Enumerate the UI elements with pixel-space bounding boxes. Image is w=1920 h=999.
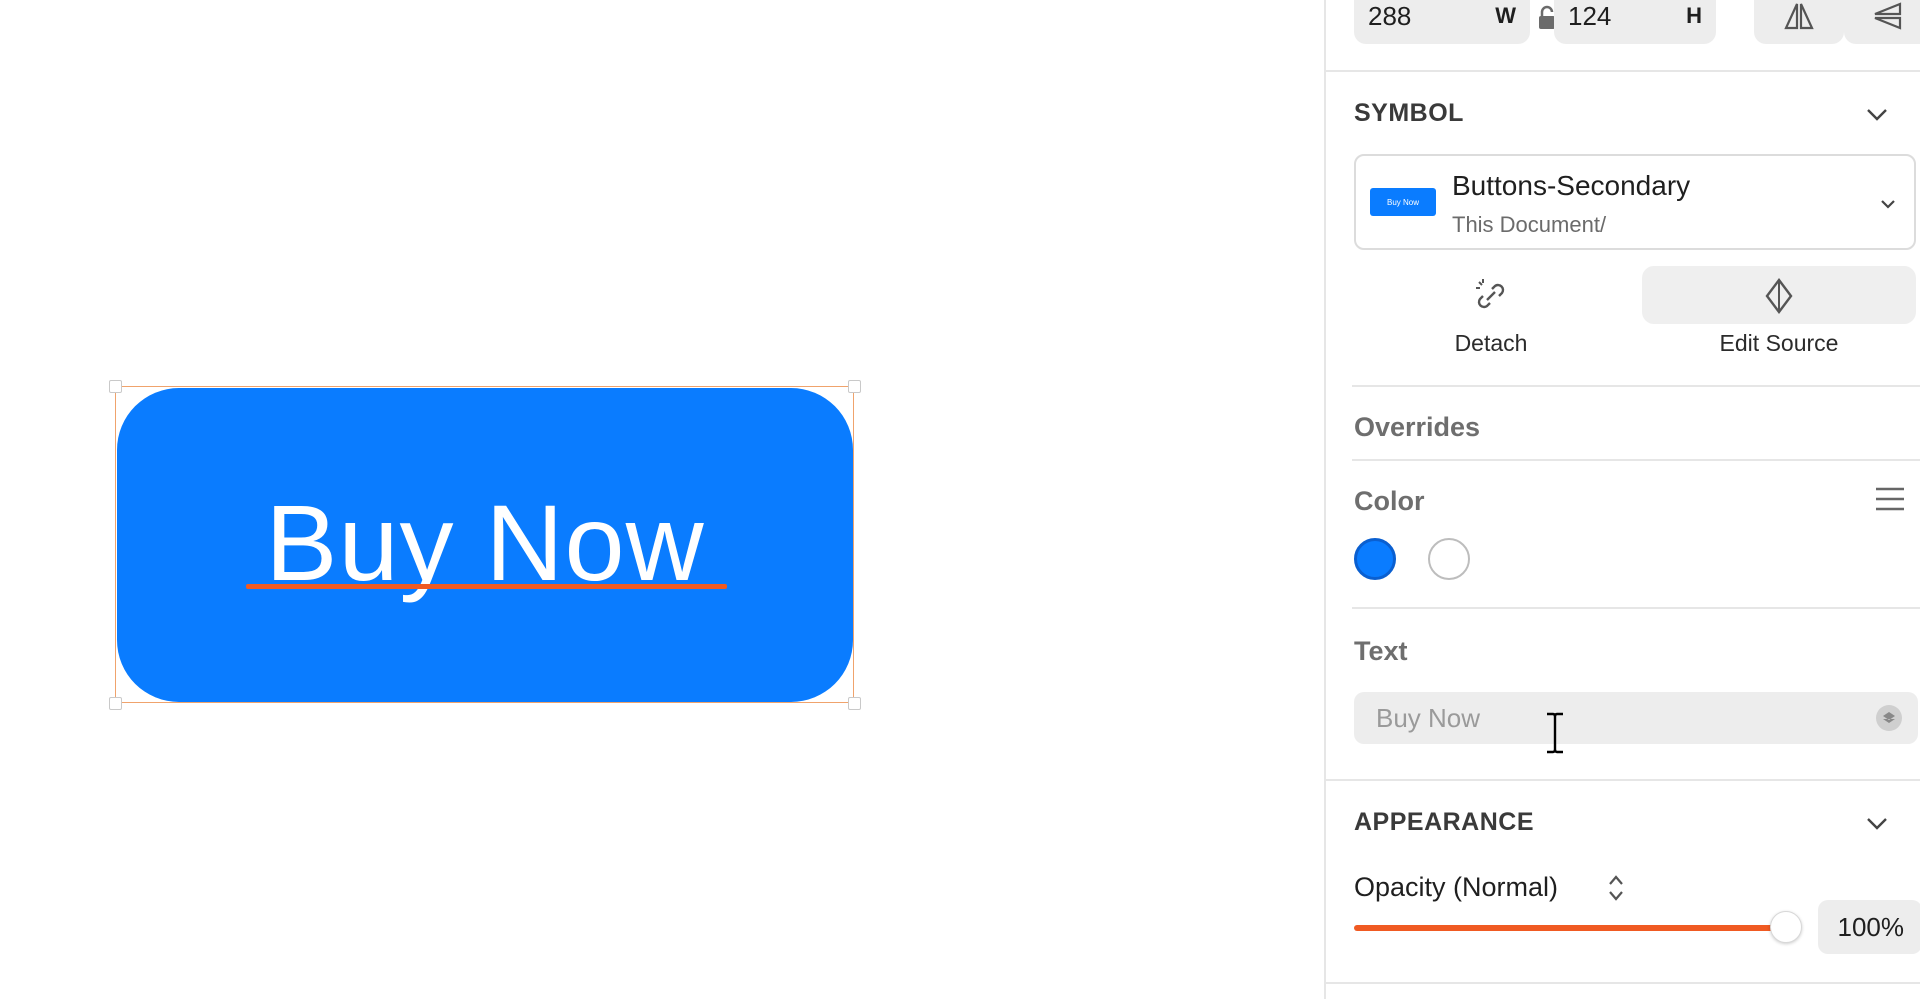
- divider: [1352, 459, 1920, 461]
- resize-handle-bottom-left[interactable]: [109, 697, 122, 710]
- appearance-section-title: APPEARANCE: [1354, 808, 1535, 836]
- chevron-down-icon[interactable]: [1864, 101, 1890, 127]
- width-value[interactable]: 288: [1368, 1, 1411, 32]
- flip-horizontal-button[interactable]: [1754, 0, 1844, 44]
- library-icon[interactable]: [1876, 705, 1902, 731]
- detach-link-icon: [1476, 279, 1505, 309]
- flip-vertical-icon: [1874, 2, 1902, 30]
- text-override-input[interactable]: Buy Now: [1354, 692, 1918, 744]
- symbol-selector[interactable]: Buy Now Buttons-Secondary This Document/: [1354, 154, 1916, 250]
- inspector-panel: 288 W 124 H SYMBOL Buy Now Buttons-Secon…: [1324, 0, 1920, 999]
- divider: [1326, 779, 1920, 781]
- edit-source-button[interactable]: Edit Source: [1642, 266, 1916, 356]
- height-suffix: H: [1686, 3, 1702, 28]
- flip-vertical-button[interactable]: [1844, 0, 1920, 44]
- symbol-section-title: SYMBOL: [1354, 99, 1464, 127]
- detach-button[interactable]: Detach: [1354, 266, 1628, 366]
- opacity-value-field[interactable]: 100%: [1818, 900, 1920, 954]
- resize-handle-top-left[interactable]: [109, 380, 122, 393]
- symbol-name: Buttons-Secondary: [1452, 170, 1691, 201]
- color-override-label: Color: [1354, 486, 1425, 516]
- divider: [1326, 982, 1920, 984]
- opacity-slider-knob[interactable]: [1770, 911, 1802, 943]
- chevron-down-icon: [1881, 200, 1895, 209]
- size-row: 288 W 124 H: [1326, 0, 1920, 44]
- height-field[interactable]: 124 H: [1554, 0, 1716, 44]
- symbol-library-path: This Document/: [1452, 212, 1607, 237]
- resize-handle-bottom-right[interactable]: [848, 697, 861, 710]
- opacity-slider-track[interactable]: [1354, 925, 1786, 931]
- edit-source-label: Edit Source: [1719, 330, 1839, 356]
- list-menu-icon[interactable]: [1874, 485, 1906, 513]
- overrides-title: Overrides: [1354, 412, 1481, 442]
- symbol-diamond-icon: [1765, 278, 1793, 314]
- color-swatch-blue[interactable]: [1354, 538, 1396, 580]
- divider: [1352, 385, 1920, 387]
- selection-frame: [115, 386, 854, 703]
- color-swatch-white[interactable]: [1428, 538, 1470, 580]
- detach-label: Detach: [1454, 330, 1528, 356]
- divider: [1326, 70, 1920, 72]
- resize-handle-top-right[interactable]: [848, 380, 861, 393]
- text-override-value[interactable]: Buy Now: [1376, 703, 1480, 733]
- width-field[interactable]: 288 W: [1354, 0, 1530, 44]
- chevron-down-icon[interactable]: [1864, 810, 1890, 836]
- design-canvas[interactable]: Buy Now: [0, 0, 1324, 999]
- blend-mode-stepper-icon[interactable]: [1606, 872, 1626, 904]
- text-cursor-icon: [1547, 712, 1563, 754]
- opacity-blend-label[interactable]: Opacity (Normal): [1354, 872, 1558, 903]
- symbol-thumbnail: Buy Now: [1370, 188, 1436, 216]
- width-suffix: W: [1495, 3, 1516, 28]
- height-value[interactable]: 124: [1568, 1, 1611, 32]
- flip-horizontal-icon: [1784, 3, 1814, 30]
- divider: [1352, 607, 1920, 609]
- text-override-label: Text: [1354, 636, 1408, 666]
